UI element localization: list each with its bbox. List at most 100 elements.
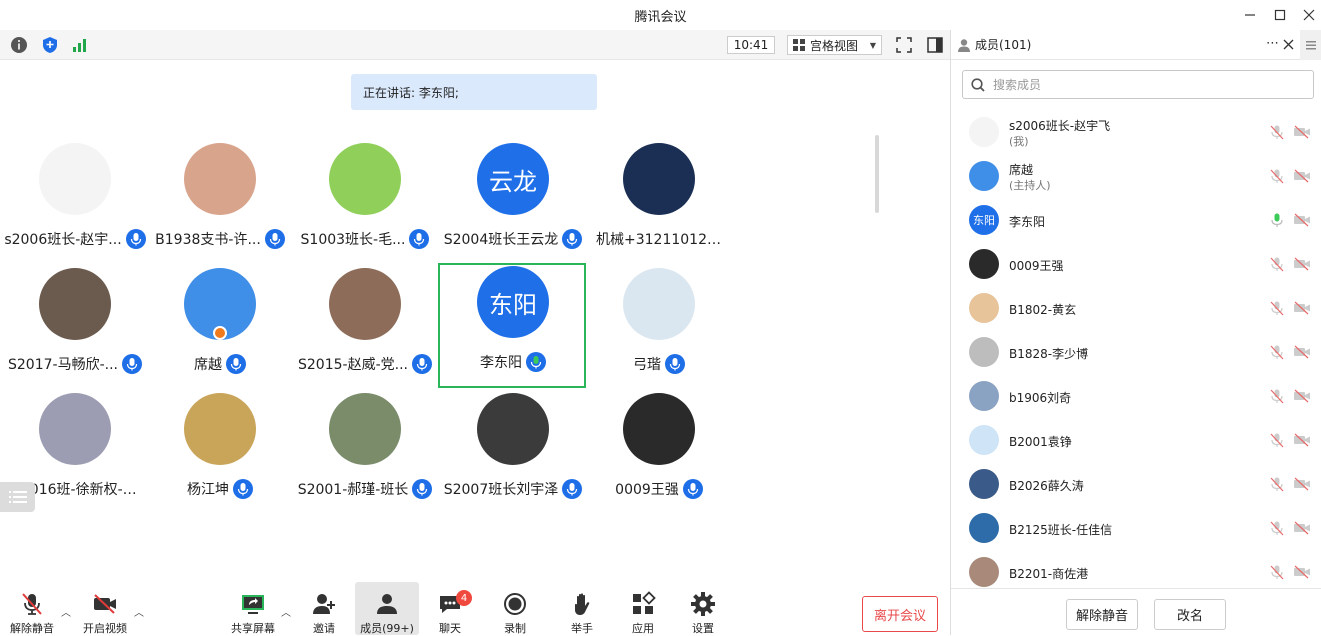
member-role: (我) [1009, 135, 1029, 148]
panel-side-menu[interactable] [1300, 30, 1321, 60]
member-name: 席越 [1009, 163, 1034, 177]
audio-options-chevron-icon[interactable]: ︿ [61, 604, 71, 619]
fullscreen-button[interactable] [895, 36, 913, 54]
camera-off-icon[interactable] [1293, 476, 1311, 492]
hand-icon [569, 591, 595, 617]
participant-tile[interactable]: S1003班长-毛... [290, 140, 440, 265]
member-name: B1802-黄玄 [1009, 303, 1077, 317]
participant-tile[interactable]: 0009王强 [584, 390, 734, 515]
mic-muted-icon[interactable] [1269, 520, 1285, 536]
participant-name-row: 机械+3121101228... [584, 228, 734, 250]
participant-tile[interactable]: 机械+3121101228... [584, 140, 734, 265]
member-list-item[interactable]: b1906刘奇 [951, 375, 1321, 419]
search-icon [971, 77, 985, 92]
member-avatar [969, 513, 999, 543]
shield-icon [43, 37, 57, 53]
member-name: B1828-李少博 [1009, 347, 1089, 361]
camera-off-icon[interactable] [1293, 520, 1311, 536]
camera-off-icon[interactable] [1293, 344, 1311, 360]
record-button[interactable]: 录制 [483, 582, 547, 635]
member-list-item[interactable]: 东阳 李东阳 [951, 199, 1321, 243]
participant-name-row: S2001-郝瑾-班长 [290, 478, 440, 500]
rename-button[interactable]: 改名 [1154, 599, 1226, 630]
member-list-item[interactable]: B1802-黄玄 [951, 287, 1321, 331]
camera-off-icon[interactable] [1293, 124, 1311, 140]
member-list-item[interactable]: B2001袁铮 [951, 419, 1321, 463]
participant-tile[interactable]: B1938支书-许... [145, 140, 295, 265]
mic-muted-icon[interactable] [1269, 256, 1285, 272]
close-window-button[interactable] [1292, 0, 1321, 30]
participant-tile[interactable]: 席越 [145, 265, 295, 390]
mic-muted-icon[interactable] [1269, 388, 1285, 404]
camera-off-icon[interactable] [1293, 388, 1311, 404]
unmute-all-button[interactable]: 解除静音 [1066, 599, 1138, 630]
participant-tile[interactable]: 云龙 S2004班长王云龙 [438, 140, 588, 265]
participant-tile[interactable]: 弓瑎 [584, 265, 734, 390]
meeting-clock: 10:41 [727, 36, 775, 54]
apps-button[interactable]: 应用 [611, 582, 675, 635]
chat-button[interactable]: 聊天 4 [418, 582, 482, 635]
security-button[interactable] [41, 36, 59, 54]
camera-off-icon[interactable] [1293, 168, 1311, 184]
network-signal-button[interactable] [71, 36, 89, 54]
member-list-item[interactable]: 0009王强 [951, 243, 1321, 287]
leave-meeting-button[interactable]: 离开会议 [862, 596, 938, 632]
video-options-chevron-icon[interactable]: ︿ [134, 604, 144, 619]
member-search-input[interactable] [993, 77, 1293, 92]
participant-tile[interactable]: S2015-赵威-党... [290, 265, 440, 390]
raise-hand-button[interactable]: 举手 [550, 582, 614, 635]
member-search-box[interactable] [962, 70, 1314, 99]
member-name: b1906刘奇 [1009, 391, 1072, 405]
grid-scrollbar[interactable] [875, 135, 879, 213]
unmute-button[interactable]: 解除静音 [0, 582, 64, 635]
member-list-item[interactable]: s2006班长-赵宇飞 (我) [951, 111, 1321, 155]
more-options-icon[interactable]: ⋯ [1266, 36, 1279, 51]
participant-name-row: S1003班长-毛... [290, 228, 440, 250]
participant-tile[interactable]: 杨江坤 [145, 390, 295, 515]
mic-muted-icon[interactable] [1269, 124, 1285, 140]
mic-icon [264, 229, 285, 249]
member-list-item[interactable]: 席越 (主持人) [951, 155, 1321, 199]
minimize-button[interactable] [1233, 0, 1267, 30]
camera-off-icon[interactable] [1293, 300, 1311, 316]
participant-name-row: S2015-赵威-党... [290, 353, 440, 375]
camera-off-icon[interactable] [1293, 432, 1311, 448]
member-list-item[interactable]: B2026薛久涛 [951, 463, 1321, 507]
camera-off-icon[interactable] [1293, 564, 1311, 580]
invite-button[interactable]: 邀请 [292, 582, 356, 635]
participant-tile[interactable]: 东阳 李东阳 [438, 263, 586, 388]
share-screen-button[interactable]: 共享屏幕 [221, 582, 285, 635]
participant-name-row: 弓瑎 [584, 353, 734, 375]
view-mode-dropdown[interactable]: 宫格视图 ▼ [787, 35, 882, 55]
close-panel-icon[interactable] [1283, 39, 1294, 50]
participant-tile[interactable]: S2017-马畅欣-... [0, 265, 150, 390]
mic-muted-icon[interactable] [1269, 564, 1285, 580]
members-panel-footer: 解除静音 改名 [951, 588, 1321, 635]
meeting-info-button[interactable] [10, 36, 28, 54]
member-list-item[interactable]: B2125班长-任佳信 [951, 507, 1321, 551]
mic-icon [125, 229, 146, 249]
toggle-sidebar-button[interactable] [926, 36, 944, 54]
share-options-chevron-icon[interactable]: ︿ [281, 604, 291, 619]
share-screen-icon [240, 591, 266, 617]
member-list-item[interactable]: B1828-李少博 [951, 331, 1321, 375]
camera-off-icon[interactable] [1293, 256, 1311, 272]
mic-muted-icon[interactable] [1269, 476, 1285, 492]
mic-muted-icon[interactable] [1269, 344, 1285, 360]
mic-muted-icon[interactable] [1269, 168, 1285, 184]
mic-muted-icon[interactable] [1269, 300, 1285, 316]
camera-off-icon[interactable] [1293, 212, 1311, 228]
participant-tile[interactable]: s2006班长-赵宇... [0, 140, 150, 265]
start-video-button[interactable]: 开启视频 [73, 582, 137, 635]
chat-unread-badge: 4 [456, 590, 472, 606]
members-button[interactable]: 成员(99+) [355, 582, 419, 635]
participant-name-row: B1938支书-许... [145, 228, 295, 250]
participant-tile[interactable]: S2007班长刘宇泽 [438, 390, 588, 515]
member-avatar [969, 557, 999, 587]
participant-tile[interactable]: S2001-郝瑾-班长 [290, 390, 440, 515]
participant-name-row: S2007班长刘宇泽 [438, 478, 588, 500]
list-toggle-button[interactable] [0, 482, 35, 512]
settings-button[interactable]: 设置 [671, 582, 735, 635]
mic-on-icon[interactable] [1269, 212, 1285, 228]
mic-muted-icon[interactable] [1269, 432, 1285, 448]
